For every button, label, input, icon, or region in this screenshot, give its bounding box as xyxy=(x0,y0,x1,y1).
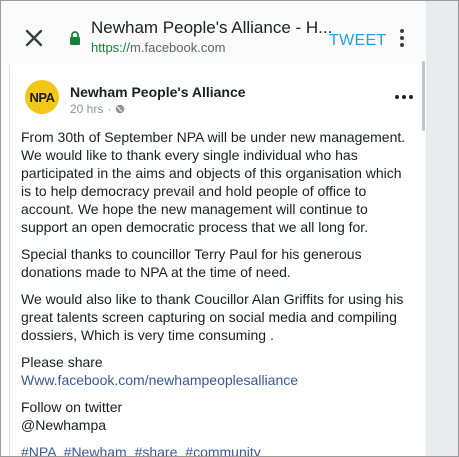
post-share-block: Please share Www.facebook.com/newhampeop… xyxy=(21,353,421,389)
post-paragraph-2: Special thanks to councillor Terry Paul … xyxy=(21,245,421,281)
text-line: great talents screen capturing on social… xyxy=(21,309,397,325)
custom-tab-toolbar: Newham People's Alliance - H... https://… xyxy=(1,1,426,64)
post-follow-block: Follow on twitter @Newhampa xyxy=(21,398,421,434)
text-line: dossiers, Which is very time consuming . xyxy=(21,327,274,343)
hashtag-link[interactable]: #share xyxy=(135,444,178,456)
post-time[interactable]: 20 hrs xyxy=(70,102,103,116)
text-line: participated in the aims and objects of … xyxy=(21,165,402,181)
post-body: From 30th of September NPA will be under… xyxy=(21,128,421,456)
text-line: support an open democratic process that … xyxy=(21,219,369,235)
hashtag-link[interactable]: #Newham xyxy=(64,444,127,456)
lock-icon xyxy=(70,31,80,45)
text-line: From 30th of September NPA will be under… xyxy=(21,129,406,145)
background-strip xyxy=(426,1,458,456)
hashtags: #NPA #Newham #share #community xyxy=(21,443,421,456)
post-author[interactable]: Newham People's Alliance xyxy=(70,84,246,100)
text-line: Special thanks to councillor Terry Paul … xyxy=(21,246,362,262)
page-title: Newham People's Alliance - H... xyxy=(91,18,333,37)
text-line: We would also like to thank Coucillor Al… xyxy=(21,291,404,307)
tweet-button[interactable]: TWEET xyxy=(329,32,387,50)
hashtag-link[interactable]: #community xyxy=(185,444,260,456)
facebook-post-card: NPA Newham People's Alliance 20 hrs · Fr… xyxy=(9,65,425,456)
twitter-handle: @Newhampa xyxy=(21,417,107,433)
meta-separator: · xyxy=(107,102,112,116)
please-share-text: Please share xyxy=(21,354,103,370)
hashtag-link[interactable]: #NPA xyxy=(21,444,56,456)
screenshot-frame: Newham People's Alliance - H... https://… xyxy=(0,0,459,457)
avatar[interactable]: NPA xyxy=(25,80,59,114)
more-vert-icon[interactable] xyxy=(399,29,405,49)
text-line: account. We hope the new management will… xyxy=(21,201,368,217)
scrollbar[interactable] xyxy=(422,61,425,131)
page-url: https://m.facebook.com xyxy=(91,40,225,55)
text-line: We would like to thank every single indi… xyxy=(21,147,358,163)
post-paragraph-3: We would also like to thank Coucillor Al… xyxy=(21,290,421,344)
url-scheme: https:// xyxy=(91,40,131,55)
url-host: m.facebook.com xyxy=(130,40,226,55)
follow-text: Follow on twitter xyxy=(21,399,123,415)
post-meta: 20 hrs · xyxy=(70,102,125,116)
post-paragraph-1: From 30th of September NPA will be under… xyxy=(21,128,421,236)
text-line: donations made to NPA at the time of nee… xyxy=(21,264,291,280)
globe-icon xyxy=(116,104,125,114)
text-line: is to help democracy prevail and hold pe… xyxy=(21,183,367,199)
more-horiz-icon[interactable] xyxy=(395,95,413,99)
close-icon[interactable] xyxy=(23,27,45,49)
share-link[interactable]: Www.facebook.com/newhampeoplesalliance xyxy=(21,371,421,389)
